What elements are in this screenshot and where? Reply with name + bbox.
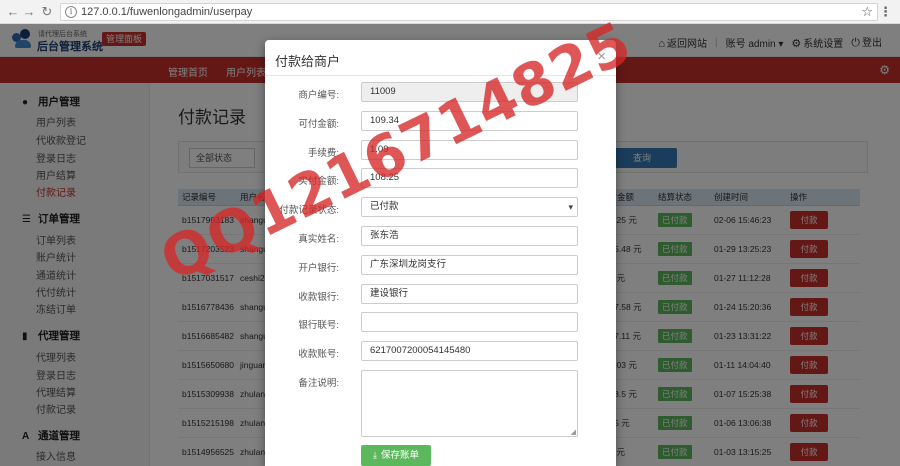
browser-menu-icon[interactable]: ⋮	[879, 4, 892, 20]
account-no-label: 收款账号:	[298, 349, 339, 360]
merchant-id-field[interactable]: 11009	[361, 82, 578, 102]
fee-field[interactable]: 1.09	[361, 140, 578, 160]
bank-code-field[interactable]	[361, 312, 578, 332]
save-bill-button[interactable]: ⤓ 保存账单	[361, 445, 431, 466]
merchant-id-label: 商户编号:	[298, 90, 339, 101]
forward-icon[interactable]: →	[22, 4, 36, 20]
remark-textarea[interactable]: ◢	[361, 370, 578, 437]
download-icon: ⤓	[373, 450, 377, 460]
form-row-bank-branch: 开户银行: 广东深圳龙岗支行	[265, 255, 616, 277]
payable-amount-field[interactable]: 109.34	[361, 111, 578, 131]
form-row-merchant-id: 商户编号: 11009	[265, 82, 616, 104]
account-no-field[interactable]: 6217007200054145480	[361, 341, 578, 361]
payable-label: 可付金额:	[298, 119, 339, 130]
info-icon[interactable]: i	[65, 6, 77, 18]
back-icon[interactable]: ←	[6, 4, 20, 20]
resize-grip-icon[interactable]: ◢	[571, 428, 576, 436]
bank-label: 收款银行:	[298, 292, 339, 303]
bank-code-label: 银行联号:	[298, 320, 339, 331]
url-text[interactable]: 127.0.0.1/fuwenlongadmin/userpay	[81, 6, 252, 18]
actual-amount-field[interactable]: 108.25	[361, 168, 578, 188]
bookmark-star-icon[interactable]: ☆	[861, 4, 873, 20]
bank-field[interactable]: 建设银行	[361, 284, 578, 304]
form-row-real-name: 真实姓名: 张东浩	[265, 226, 616, 248]
form-row-remark: 备注说明: ◢	[265, 370, 616, 437]
address-bar[interactable]: i 127.0.0.1/fuwenlongadmin/userpay ☆	[60, 3, 878, 21]
form-row-payable: 可付金额: 109.34	[265, 111, 616, 133]
pay-merchant-modal: 付款给商户 × 商户编号: 11009 可付金额: 109.34 手续费: 1.…	[265, 40, 616, 466]
modal-title: 付款给商户	[275, 54, 341, 69]
bank-branch-field[interactable]: 广东深圳龙岗支行	[361, 255, 578, 275]
status-select[interactable]: 已付款	[361, 197, 578, 217]
form-row-account-no: 收款账号: 6217007200054145480	[265, 341, 616, 363]
fee-label: 手续费:	[307, 148, 339, 159]
reload-icon[interactable]: ↻	[40, 4, 54, 20]
form-row-bank: 收款银行: 建设银行	[265, 284, 616, 306]
bank-branch-label: 开户银行:	[298, 263, 339, 274]
real-name-field[interactable]: 张东浩	[361, 226, 578, 246]
form-row-fee: 手续费: 1.09	[265, 140, 616, 162]
form-row-bank-code: 银行联号:	[265, 312, 616, 334]
close-icon[interactable]: ×	[597, 48, 606, 65]
remark-label: 备注说明:	[298, 378, 339, 389]
status-label: 付款记录状态:	[279, 205, 339, 216]
real-name-label: 真实姓名:	[298, 234, 339, 245]
modal-header: 付款给商户 ×	[265, 40, 616, 76]
form-row-status: 付款记录状态: 已付款	[265, 197, 616, 219]
browser-toolbar: ← → ↻ i 127.0.0.1/fuwenlongadmin/userpay…	[0, 0, 900, 24]
form-row-actual: 实付金额: 108.25	[265, 168, 616, 190]
actual-amount-label: 实付金额:	[298, 176, 339, 187]
